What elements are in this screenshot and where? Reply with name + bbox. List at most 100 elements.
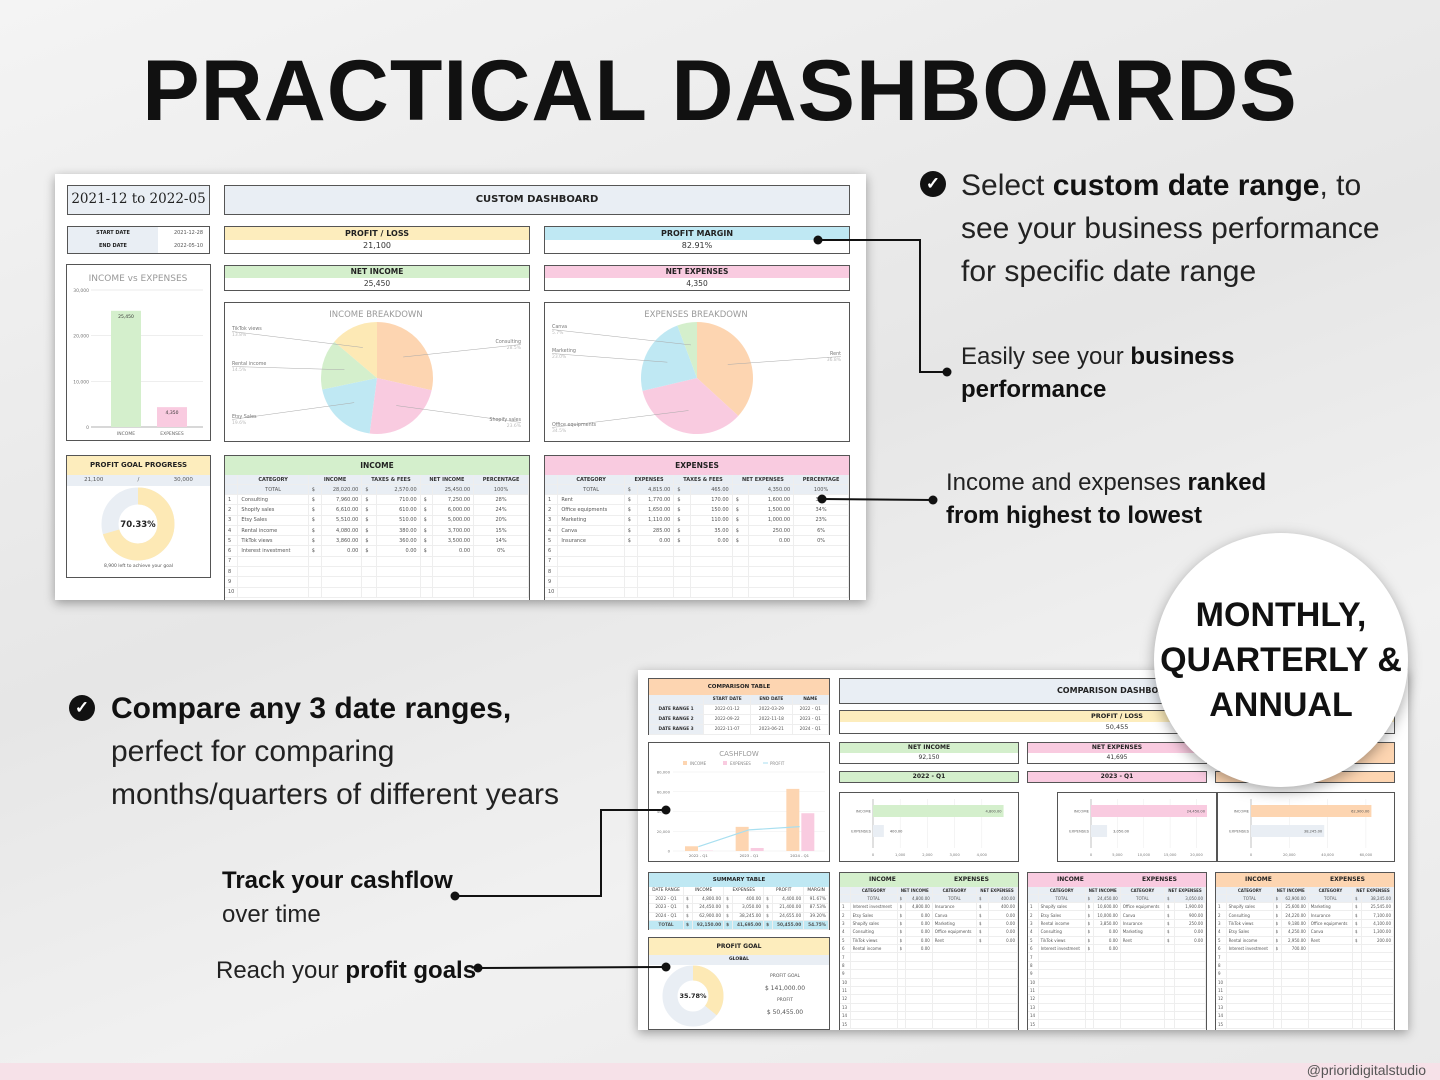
category-cell (557, 545, 625, 557)
income-value: 0.00 (905, 944, 933, 954)
row-num: 12 (1216, 994, 1227, 1004)
slice-value: 5.7% (552, 330, 564, 336)
currency (673, 576, 692, 588)
callout-text: over time (222, 901, 321, 928)
income-value (1093, 969, 1121, 979)
period-1-label: 2022 - Q1 (839, 771, 1019, 783)
callout-text: , to (1319, 169, 1362, 202)
income-value (905, 978, 933, 987)
expense-category: Rent (1308, 936, 1354, 945)
expense-value (1174, 1011, 1206, 1021)
profit-loss-label: PROFIT / LOSS (225, 227, 529, 240)
category-cell: Etsy Sales (237, 515, 309, 526)
table-row: 14 (1028, 1011, 1206, 1021)
currency (420, 576, 434, 588)
chart-title: INCOME BREAKDOWN (329, 310, 422, 320)
name-input[interactable]: 2024 - Q1 (792, 724, 830, 735)
x-tick-label: EXPENSES (160, 431, 184, 437)
taxes-cell: 510.00 (376, 515, 421, 526)
end-input[interactable]: 2022-11-18 (750, 714, 793, 725)
taxes-cell: 110.00 (690, 515, 733, 526)
expense-category (1308, 1019, 1354, 1029)
expense-value: 4,100.00 (1361, 919, 1394, 929)
row-num: 9 (1216, 969, 1227, 979)
category-label: EXPENSES (1069, 829, 1089, 834)
row-num (225, 484, 239, 495)
row-num: 8 (1216, 961, 1227, 971)
profit-label: PROFIT (776, 998, 794, 1003)
bar-expenses (157, 407, 187, 427)
expense-category (1120, 969, 1166, 979)
expense-category (1120, 986, 1166, 996)
income-value (1281, 1019, 1309, 1029)
currency (1273, 952, 1282, 962)
expense-value (988, 1003, 1019, 1013)
summary-table: SUMMARY TABLE DATE RANGE INCOME EXPENSES PR… (648, 872, 830, 930)
currency (1085, 952, 1094, 962)
date-range-title: 2021-12 to 2022-05 (67, 185, 210, 215)
bar-expenses (801, 813, 815, 851)
table-row: 5 Rental income $2,950.00 Rent $200.00 (1216, 936, 1394, 945)
row-num: 11 (840, 986, 851, 996)
end-input[interactable]: 2023-06-21 (750, 724, 793, 735)
column-header: PERCENTAGE (793, 475, 849, 485)
end-date-input[interactable]: 2022-05-10 (158, 240, 208, 253)
currency: $ (723, 920, 733, 930)
summary-row: 2024 - Q1 $62,900.00 $38,245.00 $24,655.00 3… (649, 912, 829, 922)
table-row: 10 (1028, 978, 1206, 987)
table-row: 8 (1216, 961, 1394, 971)
income-category (1226, 961, 1274, 971)
currency: $ (723, 895, 733, 905)
amount-cell: 1,650.00 (637, 504, 675, 516)
name-input[interactable]: 2022 - Q1 (792, 704, 830, 715)
total-amount: 28,020.00 (321, 484, 363, 495)
expense-category: Marketing (1120, 927, 1166, 937)
net-cell (748, 566, 795, 578)
slice-label: Etsy Sales (232, 414, 257, 420)
slice-value: 28.5% (507, 345, 522, 351)
currency (1352, 952, 1363, 962)
date-range-label: DATE RANGE 1 (649, 704, 705, 715)
net-income-value: 25,450 (363, 279, 391, 288)
table-row: 13 (1216, 1003, 1394, 1013)
donut-percent: 35.78% (679, 992, 707, 1000)
total-label: TOTAL (1226, 894, 1274, 903)
expenses-breakdown-svg: EXPENSES BREAKDOWN Rent36.8% Office equipm… (551, 310, 842, 434)
table-row: 9 (1216, 969, 1394, 979)
callout-bold: custom date range (1052, 169, 1320, 202)
currency: $ (976, 936, 989, 945)
expenses-cell: 400.00 (732, 895, 765, 905)
x-tick-label: 4,000 (977, 853, 988, 857)
slice-value: 19.6% (232, 420, 247, 426)
name-input[interactable]: 2023 - Q1 (792, 714, 830, 725)
pct-cell (793, 566, 849, 578)
currency (1164, 1011, 1176, 1021)
summary-total-row: TOTAL $92,150.00 $41,695.00 $50,455.00 54.75… (649, 920, 829, 930)
row-num: 2 (225, 504, 239, 516)
currency (976, 978, 989, 987)
start-date-input[interactable]: 2021-12-28 (158, 227, 208, 240)
margin-cell: 87.53% (803, 903, 829, 913)
currency: $ (897, 936, 907, 945)
end-input[interactable]: 2022-03-29 (750, 704, 793, 715)
badge-line-2: QUARTERLY & (1160, 641, 1402, 679)
expense-category: Canva (932, 910, 978, 920)
column-header: CATEGORY (557, 475, 625, 485)
column-header: CATEGORY (1308, 887, 1354, 895)
start-input[interactable]: 2022-09-22 (703, 714, 752, 725)
expense-category (1120, 952, 1166, 962)
table-row: 11 (840, 986, 1019, 996)
table-row: 14 (1216, 1011, 1394, 1021)
currency (361, 576, 378, 588)
column-header: CATEGORY (1226, 887, 1274, 895)
currency (1085, 1011, 1094, 1021)
chart-title: EXPENSES BREAKDOWN (644, 310, 747, 320)
income-breakdown-svg: INCOME BREAKDOWN Consulting28.5% Shopify s… (231, 310, 522, 434)
column-header: NET INCOME (1273, 887, 1309, 895)
currency (624, 556, 638, 568)
expenses-cell: 3,050.00 (732, 903, 765, 913)
start-input[interactable]: 2022-11-07 (703, 724, 752, 735)
start-input[interactable]: 2022-01-12 (703, 704, 752, 715)
income-value: 0.00 (905, 910, 933, 920)
currency: $ (1164, 894, 1176, 903)
